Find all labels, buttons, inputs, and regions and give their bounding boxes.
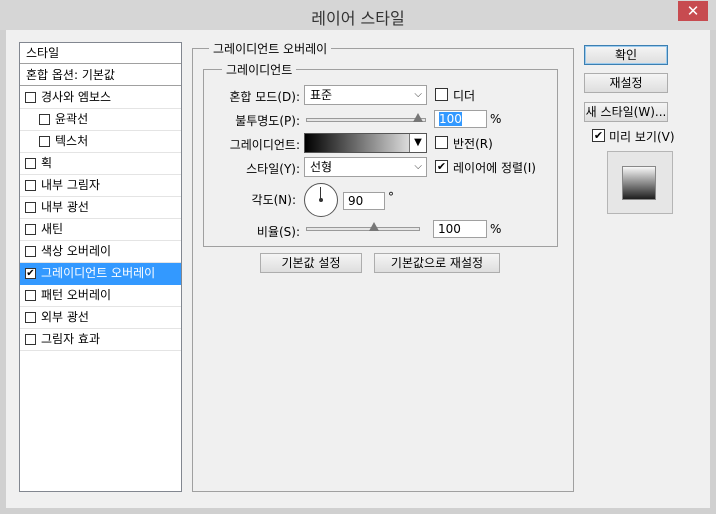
close-icon: ✕ (686, 2, 700, 20)
gradient-subgroup-title: 그레이디언트 (222, 61, 297, 78)
style-label: 스타일(Y): (246, 162, 300, 176)
style-list-item[interactable]: 내부 광선 (20, 197, 181, 219)
style-item-label: 그림자 효과 (41, 332, 101, 346)
style-item-checkbox[interactable] (25, 202, 36, 213)
blend-mode-label: 혼합 모드(D): (229, 90, 300, 104)
preview-swatch (622, 166, 656, 200)
dialog-window: 레이어 스타일 ✕ 스타일 혼합 옵션: 기본값 경사와 엠보스 윤곽선 텍스처 획 내… (0, 0, 716, 514)
style-list-header[interactable]: 스타일 (20, 43, 181, 64)
style-item-label: 윤곽선 (55, 112, 89, 126)
new-style-button[interactable]: 새 스타일(W)... (584, 102, 668, 122)
angle-unit: ° (388, 190, 394, 204)
reverse-label: 반전(R) (453, 137, 493, 151)
style-list-item[interactable]: 외부 광선 (20, 307, 181, 329)
angle-label: 각도(N): (251, 193, 296, 207)
scale-unit: % (490, 222, 502, 236)
angle-value: 90 (348, 194, 364, 208)
style-item-label: 새틴 (41, 222, 64, 236)
dither-checkbox[interactable] (435, 88, 448, 101)
gradient-dropdown-button[interactable]: ▼ (409, 134, 426, 152)
style-list-item[interactable]: 색상 오버레이 (20, 241, 181, 263)
gradient-subgroup: 그레이디언트 혼합 모드(D): 표준 ⌵ 디더 불투명도(P): 100 % (203, 61, 558, 247)
style-item-checkbox[interactable] (25, 246, 36, 257)
style-item-checkbox[interactable]: ✔ (25, 268, 36, 279)
title-bar[interactable]: 레이어 스타일 ✕ (0, 0, 716, 30)
style-item-checkbox[interactable] (25, 158, 36, 169)
style-list: 스타일 혼합 옵션: 기본값 경사와 엠보스윤곽선텍스처 획내부 그림자내부 광선… (19, 42, 182, 492)
style-item-checkbox[interactable] (39, 136, 50, 147)
opacity-label: 불투명도(P): (235, 114, 300, 128)
chevron-down-icon: ▼ (414, 137, 422, 148)
reset-button[interactable]: 재설정 (584, 73, 668, 93)
angle-dial[interactable] (304, 183, 338, 217)
style-select[interactable]: 선형 ⌵ (304, 157, 427, 177)
style-item-checkbox[interactable] (39, 114, 50, 125)
opacity-slider[interactable] (306, 118, 426, 122)
preview-label: 미리 보기(V) (609, 130, 675, 144)
gradient-overlay-group: 그레이디언트 오버레이 그레이디언트 혼합 모드(D): 표준 ⌵ 디더 불투명… (192, 40, 574, 492)
align-with-layer-label: 레이어에 정렬(I) (453, 161, 536, 175)
style-item-label: 획 (41, 156, 53, 170)
style-list-item[interactable]: 텍스처 (20, 131, 181, 153)
style-item-label: 색상 오버레이 (41, 244, 112, 258)
ok-button[interactable]: 확인 (584, 45, 668, 65)
style-item-label: 내부 광선 (41, 200, 89, 214)
scale-slider-thumb[interactable] (369, 222, 379, 231)
angle-input[interactable]: 90 (343, 192, 385, 210)
opacity-slider-thumb[interactable] (413, 113, 423, 122)
style-item-checkbox[interactable] (25, 224, 36, 235)
style-item-label: 텍스처 (55, 134, 89, 148)
opacity-value: 100 (439, 112, 462, 126)
style-preview (607, 151, 673, 214)
style-item-checkbox[interactable] (25, 290, 36, 301)
make-default-button[interactable]: 기본값 설정 (260, 253, 362, 273)
style-item-label: 패턴 오버레이 (41, 288, 112, 302)
style-list-item[interactable]: 경사와 엠보스 (20, 87, 181, 109)
close-button[interactable]: ✕ (678, 1, 708, 21)
style-item-label: 경사와 엠보스 (41, 90, 112, 104)
preview-checkbox[interactable]: ✔ (592, 129, 605, 142)
check-icon: ✔ (593, 129, 604, 142)
gradient-label: 그레이디언트: (229, 138, 300, 152)
style-list-item[interactable]: 획 (20, 153, 181, 175)
scale-input[interactable]: 100 (433, 220, 487, 238)
opacity-input[interactable]: 100 (434, 110, 487, 128)
dialog-body: 스타일 혼합 옵션: 기본값 경사와 엠보스윤곽선텍스처 획내부 그림자내부 광선… (6, 30, 710, 508)
gradient-overlay-title: 그레이디언트 오버레이 (209, 40, 332, 57)
style-list-item[interactable]: 패턴 오버레이 (20, 285, 181, 307)
scale-label: 비율(S): (256, 225, 300, 239)
angle-dial-center (319, 198, 323, 202)
style-list-item[interactable]: 새틴 (20, 219, 181, 241)
blend-mode-select[interactable]: 표준 ⌵ (304, 85, 427, 105)
style-list-item[interactable]: 그림자 효과 (20, 329, 181, 351)
style-list-item[interactable]: 윤곽선 (20, 109, 181, 131)
style-item-label: 그레이디언트 오버레이 (41, 266, 156, 280)
style-list-item[interactable]: 내부 그림자 (20, 175, 181, 197)
scale-value: 100 (438, 222, 461, 236)
opacity-unit: % (490, 112, 502, 126)
style-item-checkbox[interactable] (25, 312, 36, 323)
chevron-down-icon: ⌵ (414, 161, 422, 172)
style-item-label: 내부 그림자 (41, 178, 101, 192)
check-icon: ✔ (26, 268, 35, 279)
blend-mode-value: 표준 (310, 88, 333, 102)
gradient-swatch[interactable]: ▼ (304, 133, 427, 153)
reset-to-default-button[interactable]: 기본값으로 재설정 (374, 253, 500, 273)
align-with-layer-checkbox[interactable]: ✔ (435, 160, 448, 173)
style-value: 선형 (310, 160, 333, 174)
dither-label: 디더 (453, 89, 476, 103)
style-item-checkbox[interactable] (25, 334, 36, 345)
reverse-checkbox[interactable] (435, 136, 448, 149)
scale-slider[interactable] (306, 227, 420, 231)
window-title: 레이어 스타일 (311, 9, 405, 28)
style-list-item[interactable]: ✔ 그레이디언트 오버레이 (20, 263, 181, 285)
style-item-checkbox[interactable] (25, 180, 36, 191)
style-item-checkbox[interactable] (25, 92, 36, 103)
chevron-down-icon: ⌵ (414, 89, 422, 100)
blend-options-item[interactable]: 혼합 옵션: 기본값 (20, 65, 181, 86)
check-icon: ✔ (436, 160, 447, 173)
style-item-label: 외부 광선 (41, 310, 89, 324)
